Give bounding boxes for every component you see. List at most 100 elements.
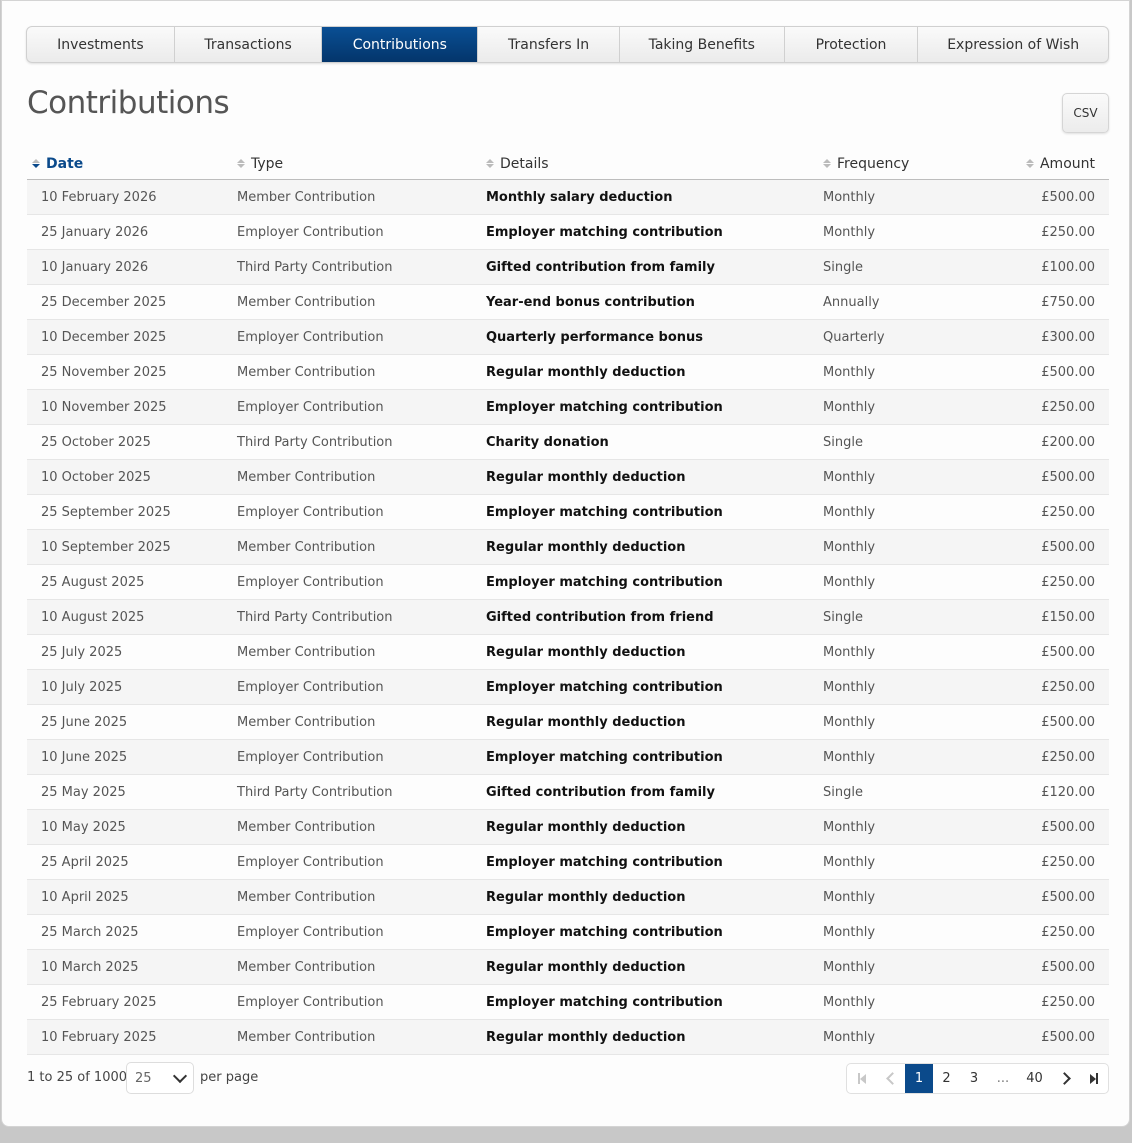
page-ellipsis: ...	[996, 1071, 1010, 1086]
cell-details: Employer matching contribution	[481, 739, 818, 775]
table-row: 10 January 2026 Third Party Contribution G…	[27, 249, 1109, 285]
cell-amount: £500.00	[978, 809, 1109, 845]
sort-icon	[823, 159, 832, 169]
cell-amount: £750.00	[978, 284, 1109, 320]
column-header-type[interactable]: Type	[232, 144, 481, 180]
cell-amount: £500.00	[978, 1019, 1109, 1055]
cell-details: Employer matching contribution	[481, 844, 818, 880]
cell-amount: £500.00	[978, 354, 1109, 390]
cell-amount: £500.00	[978, 949, 1109, 985]
cell-frequency: Monthly	[818, 1019, 978, 1055]
cell-frequency: Monthly	[818, 389, 978, 425]
page-button-40[interactable]: 40	[1018, 1064, 1051, 1093]
cell-type: Third Party Contribution	[232, 599, 481, 635]
last-page-icon[interactable]	[1080, 1064, 1108, 1093]
cell-type: Third Party Contribution	[232, 249, 481, 285]
cell-details: Regular monthly deduction	[481, 354, 818, 390]
cell-type: Third Party Contribution	[232, 424, 481, 460]
tab-transfers-in[interactable]: Transfers In	[478, 27, 620, 62]
cell-amount: £250.00	[978, 494, 1109, 530]
per-page-label: per page	[200, 1070, 259, 1085]
cell-amount: £300.00	[978, 319, 1109, 355]
cell-date: 25 February 2025	[27, 984, 232, 1020]
cell-details: Regular monthly deduction	[481, 1019, 818, 1055]
cell-type: Third Party Contribution	[232, 774, 481, 810]
cell-amount: £100.00	[978, 249, 1109, 285]
table-row: 10 July 2025 Employer Contribution Employe…	[27, 669, 1109, 705]
tab-taking-benefits[interactable]: Taking Benefits	[620, 27, 785, 62]
cell-frequency: Monthly	[818, 179, 978, 215]
cell-date: 25 January 2026	[27, 214, 232, 250]
column-header-amount[interactable]: Amount	[978, 144, 1109, 180]
cell-date: 25 May 2025	[27, 774, 232, 810]
table-header-row: Date Type Details Frequency Amount	[27, 144, 1109, 180]
column-header-label: Details	[500, 155, 549, 172]
column-header-details[interactable]: Details	[481, 144, 818, 180]
chevron-left-icon[interactable]	[876, 1064, 905, 1093]
csv-export-button[interactable]: CSV	[1062, 93, 1109, 133]
table-row: 10 March 2025 Member Contribution Regular …	[27, 949, 1109, 985]
cell-frequency: Single	[818, 599, 978, 635]
cell-type: Member Contribution	[232, 354, 481, 390]
cell-amount: £500.00	[978, 459, 1109, 495]
cell-frequency: Monthly	[818, 564, 978, 600]
column-header-label: Amount	[1039, 155, 1095, 172]
tab-expression-of-wish[interactable]: Expression of Wish	[918, 27, 1108, 62]
cell-amount: £250.00	[978, 214, 1109, 250]
table-row: 10 December 2025 Employer Contribution Qua…	[27, 319, 1109, 355]
cell-details: Employer matching contribution	[481, 214, 818, 250]
cell-amount: £250.00	[978, 914, 1109, 950]
cell-type: Employer Contribution	[232, 669, 481, 705]
cell-details: Year-end bonus contribution	[481, 284, 818, 320]
cell-date: 10 March 2025	[27, 949, 232, 985]
table-row: 25 July 2025 Member Contribution Regular m…	[27, 634, 1109, 670]
table-row: 25 December 2025 Member Contribution Year-…	[27, 284, 1109, 320]
cell-details: Regular monthly deduction	[481, 704, 818, 740]
chevron-right-icon[interactable]	[1051, 1064, 1080, 1093]
cell-amount: £250.00	[978, 564, 1109, 600]
cell-details: Employer matching contribution	[481, 494, 818, 530]
tab-transactions[interactable]: Transactions	[175, 27, 323, 62]
per-page-select[interactable]: 25	[126, 1062, 194, 1094]
cell-date: 10 November 2025	[27, 389, 232, 425]
cell-frequency: Monthly	[818, 634, 978, 670]
cell-type: Employer Contribution	[232, 564, 481, 600]
table-row: 10 November 2025 Employer Contribution Emp…	[27, 389, 1109, 425]
cell-amount: £250.00	[978, 844, 1109, 880]
cell-frequency: Monthly	[818, 949, 978, 985]
column-header-label: Frequency	[837, 155, 910, 172]
tab-investments[interactable]: Investments	[27, 27, 175, 62]
cell-frequency: Monthly	[818, 879, 978, 915]
tab-contributions[interactable]: Contributions	[322, 27, 479, 62]
table-row: 10 October 2025 Member Contribution Regula…	[27, 459, 1109, 495]
cell-details: Employer matching contribution	[481, 564, 818, 600]
column-header-frequency[interactable]: Frequency	[818, 144, 978, 180]
tab-protection[interactable]: Protection	[785, 27, 919, 62]
table-row: 10 June 2025 Employer Contribution Employe…	[27, 739, 1109, 775]
tab-bar: Investments Transactions Contributions T…	[26, 26, 1109, 63]
cell-details: Regular monthly deduction	[481, 879, 818, 915]
table-row: 25 April 2025 Employer Contribution Employ…	[27, 844, 1109, 880]
cell-frequency: Monthly	[818, 354, 978, 390]
cell-amount: £500.00	[978, 634, 1109, 670]
table-row: 10 May 2025 Member Contribution Regular mo…	[27, 809, 1109, 845]
page-button-1[interactable]: 1	[905, 1064, 933, 1093]
first-page-icon[interactable]	[847, 1064, 876, 1093]
cell-date: 25 September 2025	[27, 494, 232, 530]
cell-type: Member Contribution	[232, 459, 481, 495]
cell-details: Charity donation	[481, 424, 818, 460]
cell-date: 25 March 2025	[27, 914, 232, 950]
cell-amount: £250.00	[978, 389, 1109, 425]
table-row: 25 September 2025 Employer Contribution Em…	[27, 494, 1109, 530]
cell-type: Member Contribution	[232, 284, 481, 320]
cell-date: 25 November 2025	[27, 354, 232, 390]
page-button-2[interactable]: 2	[933, 1064, 960, 1093]
page-button-3[interactable]: 3	[960, 1064, 988, 1093]
cell-type: Employer Contribution	[232, 319, 481, 355]
column-header-date[interactable]: Date	[27, 144, 232, 180]
cell-date: 10 September 2025	[27, 529, 232, 565]
results-range: 1 to 25 of 1000	[27, 1070, 128, 1085]
cell-type: Employer Contribution	[232, 984, 481, 1020]
cell-date: 10 April 2025	[27, 879, 232, 915]
sort-icon	[32, 159, 41, 169]
